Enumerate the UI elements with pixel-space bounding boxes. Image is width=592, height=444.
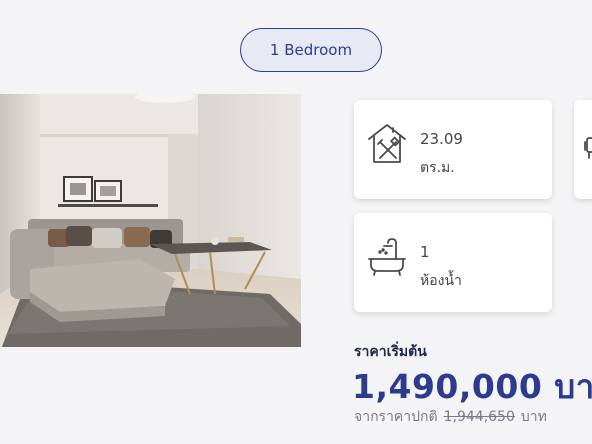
feature-card-partial [574, 100, 592, 199]
area-value: 23.09 [420, 130, 463, 148]
normal-price-prefix: จากราคาปกติ [354, 409, 438, 425]
bathroom-card: 1 ห้องน้ำ [354, 213, 552, 312]
area-unit: ตร.ม. [420, 160, 455, 176]
living-room-photo [0, 94, 301, 347]
bathroom-count: 1 [420, 243, 430, 261]
normal-price-suffix: บาท [520, 409, 547, 425]
normal-price: จากราคาปกติ 1,944,650 บาท [354, 406, 547, 428]
tab-1-bedroom[interactable]: 1 Bedroom [240, 28, 382, 72]
unit-type-page: 1 Bedroom 23.09 ตร.ม. 1 ห้องน้ำ ราคาเริ่… [0, 0, 592, 444]
bathroom-unit: ห้องน้ำ [420, 273, 462, 289]
house-tools-icon [366, 122, 408, 166]
bathtub-icon [366, 235, 408, 279]
partial-feature-icon [583, 124, 592, 168]
normal-price-amount: 1,944,650 [443, 409, 515, 425]
area-card: 23.09 ตร.ม. [354, 100, 552, 199]
